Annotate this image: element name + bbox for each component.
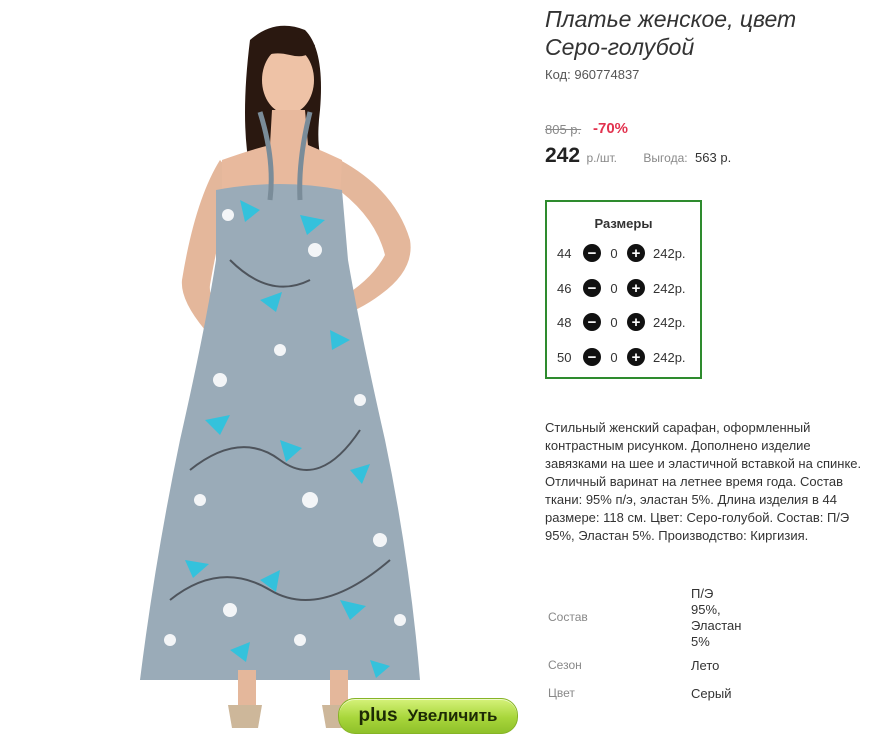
- size-price: 242р.: [653, 280, 686, 296]
- benefit-value: 563 р.: [695, 150, 732, 165]
- attribute-label-composition: Состав: [548, 610, 588, 624]
- price-row: 242 р./шт. Выгода: 563 р.: [545, 144, 731, 168]
- size-quantity: 0: [610, 349, 618, 365]
- zoom-button[interactable]: plus Увеличить: [338, 698, 518, 734]
- attribute-value-line: Эластан: [691, 618, 742, 633]
- minus-circle-icon[interactable]: −: [583, 313, 601, 331]
- zoom-button-label: Увеличить: [407, 706, 498, 725]
- attribute-value-color: Серый: [691, 686, 732, 701]
- product-description: Стильный женский сарафан, оформленный ко…: [545, 420, 862, 543]
- old-price: 805 р.: [545, 122, 582, 137]
- attribute-value-composition: П/Э 95%, Эластан 5%: [691, 586, 741, 650]
- product-photo[interactable]: [110, 0, 525, 728]
- attribute-value-season: Лето: [691, 658, 720, 673]
- size-label: 44: [557, 245, 572, 261]
- attribute-value-line: 95%,: [691, 602, 721, 617]
- plus-circle-icon[interactable]: +: [627, 279, 645, 297]
- plus-circle-icon[interactable]: +: [627, 244, 645, 262]
- product-title: Платье женское, цвет Серо-голубой: [545, 6, 797, 60]
- product-code-label: Код:: [545, 67, 571, 82]
- attribute-label-season: Сезон: [548, 658, 582, 672]
- plus-circle-icon[interactable]: +: [627, 313, 645, 331]
- discount-badge: -70%: [593, 120, 629, 137]
- minus-circle-icon[interactable]: −: [583, 348, 601, 366]
- product-code-value: 960774837: [574, 67, 640, 82]
- minus-circle-icon[interactable]: −: [583, 244, 601, 262]
- current-price: 242: [545, 144, 581, 167]
- size-label: 46: [557, 280, 572, 296]
- product-code: Код: 960774837: [545, 67, 639, 82]
- size-row: 46 − 0 + 242р.: [557, 278, 686, 298]
- sizes-title: Размеры: [594, 216, 653, 231]
- benefit-label: Выгода:: [643, 151, 688, 165]
- size-row: 50 − 0 + 242р.: [557, 347, 686, 367]
- size-price: 242р.: [653, 314, 686, 330]
- attribute-value-line: 5%: [691, 634, 710, 649]
- plus-circle-icon[interactable]: +: [627, 348, 645, 366]
- price-unit: р./шт.: [586, 151, 617, 165]
- attribute-value-line: П/Э: [691, 586, 714, 601]
- size-price: 242р.: [653, 349, 686, 365]
- size-label: 50: [557, 349, 572, 365]
- plus-icon: plus: [358, 705, 398, 726]
- size-quantity: 0: [610, 245, 618, 261]
- size-row: 48 − 0 + 242р.: [557, 312, 686, 332]
- sizes-selector: Размеры 44 − 0 + 242р. 46 − 0 + 242р. 48…: [545, 200, 702, 379]
- size-quantity: 0: [610, 314, 618, 330]
- size-row: 44 − 0 + 242р.: [557, 243, 686, 263]
- attribute-label-color: Цвет: [548, 686, 575, 700]
- size-label: 48: [557, 314, 572, 330]
- minus-circle-icon[interactable]: −: [583, 279, 601, 297]
- size-quantity: 0: [610, 280, 618, 296]
- dress-model-image: [140, 25, 420, 728]
- size-price: 242р.: [653, 245, 686, 261]
